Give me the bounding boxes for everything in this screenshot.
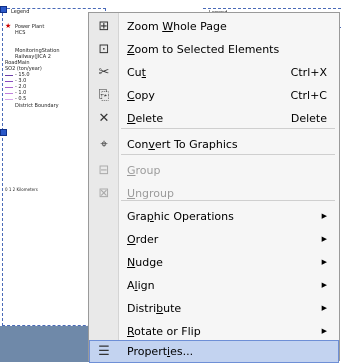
menu-item-shortcut: Ctrl+C — [290, 89, 327, 102]
menu-item-ungroup[interactable]: ⊠ Ungroup — [89, 182, 339, 205]
legend-swatch — [5, 87, 13, 88]
menu-item-label: Zoom Whole Page — [127, 20, 227, 33]
delete-icon: ✕ — [98, 111, 110, 126]
menu-item-order[interactable]: Order ▶ — [89, 228, 339, 251]
convert-to-graphics-icon: ⌖ — [100, 137, 108, 152]
submenu-arrow-icon: ▶ — [321, 258, 327, 266]
legend-item: - 0.5 — [15, 96, 27, 102]
legend-swatch — [5, 81, 13, 82]
menu-item-label: Zoom to Selected Elements — [127, 43, 280, 56]
menu-item-group[interactable]: ⊟ Group — [89, 159, 339, 182]
copy-icon: ⎘ — [98, 88, 110, 103]
submenu-arrow-icon: ▶ — [321, 235, 327, 243]
properties-icon: ☰ — [98, 344, 110, 359]
menu-item-label: Ungroup — [127, 187, 174, 200]
selection-handle[interactable] — [0, 6, 7, 13]
menu-item-delete[interactable]: ✕ Delete Delete — [89, 107, 339, 130]
menu-item-cut[interactable]: ✂ Cut Ctrl+X — [89, 61, 339, 84]
power-plant-icon: ★ — [5, 22, 12, 30]
legend-swatch — [5, 93, 13, 94]
legend-swatch — [5, 75, 13, 76]
menu-item-label: Group — [127, 164, 161, 177]
menu-item-shortcut: Delete — [290, 112, 327, 125]
submenu-arrow-icon: ▶ — [321, 304, 327, 312]
legend-item: District Boundary — [15, 103, 59, 109]
zoom-selected-icon: ⊡ — [98, 42, 110, 57]
menu-item-align[interactable]: Align ▶ — [89, 274, 339, 297]
group-icon: ⊟ — [98, 163, 110, 178]
menu-item-label: Cut — [127, 66, 146, 79]
menu-item-label: Graphic Operations — [127, 210, 234, 223]
menu-item-copy[interactable]: ⎘ Copy Ctrl+C — [89, 84, 339, 107]
selection-handle[interactable] — [0, 129, 7, 136]
menu-item-label: Align — [127, 279, 155, 292]
menu-item-convert-to-graphics[interactable]: ⌖ Convert To Graphics — [89, 133, 339, 156]
cut-icon: ✂ — [98, 65, 110, 80]
scale-bar-text: 0 1 2 Kilometers — [5, 187, 38, 192]
submenu-arrow-icon: ▶ — [321, 212, 327, 220]
context-menu: ⊞ Zoom Whole Page ⊡ Zoom to Selected Elemen… — [88, 12, 340, 363]
ungroup-icon: ⊠ — [98, 186, 110, 201]
menu-item-zoom-to-selected-elements[interactable]: ⊡ Zoom to Selected Elements — [89, 38, 339, 61]
menu-item-label: Nudge — [127, 256, 163, 269]
zoom-whole-page-icon: ⊞ — [98, 19, 110, 34]
menu-item-shortcut: Ctrl+X — [290, 66, 327, 79]
menu-item-label: Distribute — [127, 302, 182, 315]
legend-title: Legend — [11, 9, 30, 15]
taskbar-strip — [0, 326, 100, 362]
legend-swatch — [5, 99, 13, 100]
menu-item-label: Convert To Graphics — [127, 138, 238, 151]
menu-item-label: Copy — [127, 89, 155, 102]
menu-item-graphic-operations[interactable]: Graphic Operations ▶ — [89, 205, 339, 228]
menu-item-label: Order — [127, 233, 159, 246]
menu-item-properties[interactable]: ☰ Properties... — [89, 340, 339, 363]
menu-item-nudge[interactable]: Nudge ▶ — [89, 251, 339, 274]
legend-item: HCS — [15, 30, 26, 36]
menu-item-label: Properties... — [127, 345, 194, 358]
menu-item-label: Delete — [127, 112, 164, 125]
menu-item-distribute[interactable]: Distribute ▶ — [89, 297, 339, 320]
submenu-arrow-icon: ▶ — [321, 281, 327, 289]
menu-item-zoom-whole-page[interactable]: ⊞ Zoom Whole Page — [89, 15, 339, 38]
